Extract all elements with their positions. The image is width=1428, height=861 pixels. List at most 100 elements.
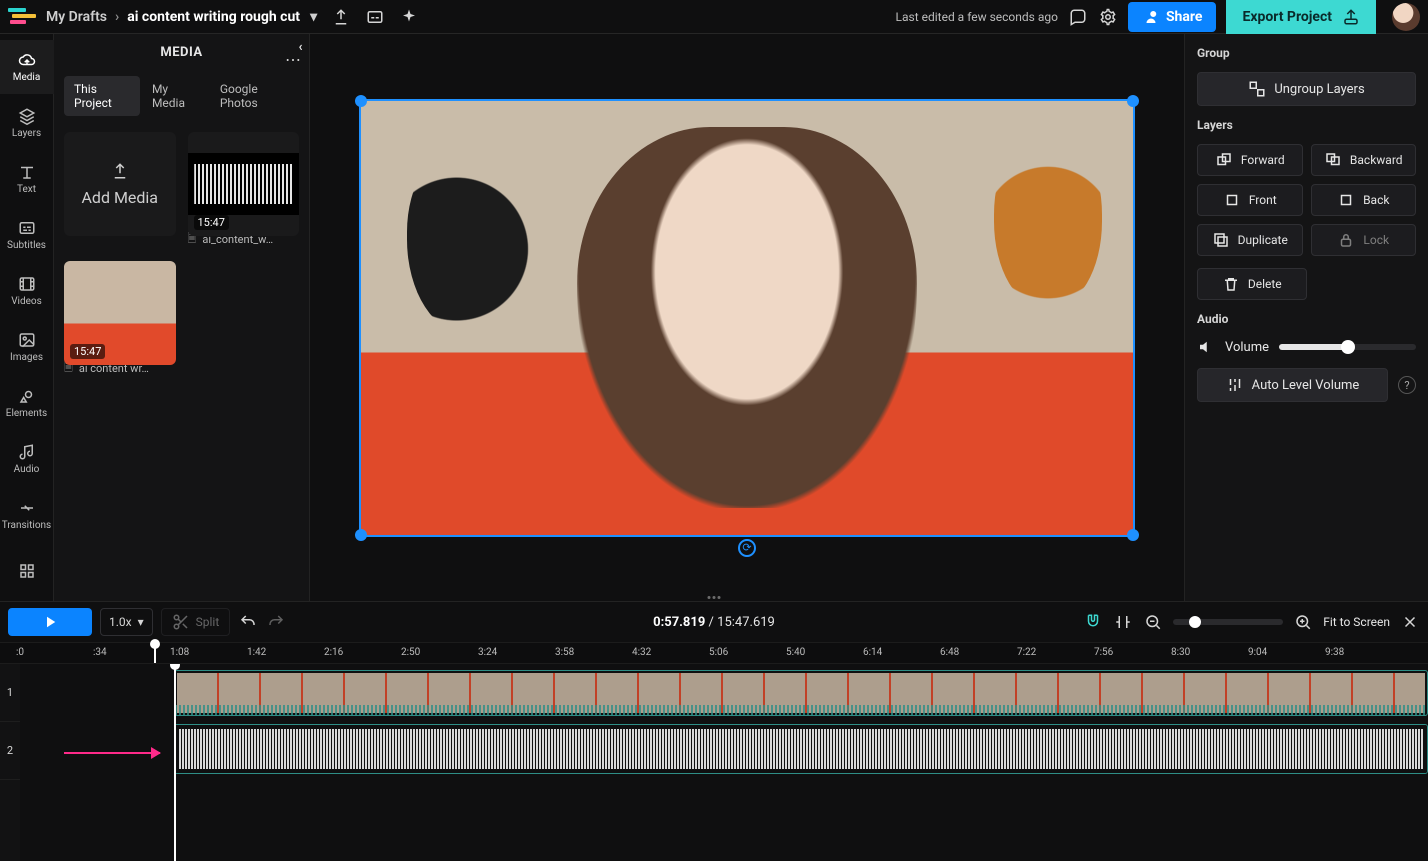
add-media-tile[interactable]: Add Media (64, 132, 176, 236)
nav-transitions-label: Transitions (2, 520, 51, 531)
backward-button[interactable]: Backward (1311, 144, 1417, 176)
ungroup-button[interactable]: Ungroup Layers (1197, 72, 1416, 106)
nav-subtitles[interactable]: Subtitles (0, 208, 54, 262)
forward-label: Forward (1241, 153, 1285, 167)
delete-button[interactable]: Delete (1197, 268, 1307, 300)
comments-icon[interactable] (1068, 7, 1088, 27)
nav-text-label: Text (17, 184, 36, 195)
upload-icon[interactable] (331, 7, 351, 27)
volume-label: Volume (1225, 340, 1269, 355)
front-button[interactable]: Front (1197, 184, 1303, 216)
upload-icon (111, 162, 129, 180)
magnet-icon[interactable] (1083, 612, 1103, 632)
nav-layers[interactable]: Layers (0, 96, 54, 150)
playhead-line[interactable] (174, 664, 176, 861)
panel-resize-handle[interactable] (708, 596, 721, 599)
avatar[interactable] (1392, 3, 1420, 31)
ruler-tick: 7:56 (1094, 647, 1113, 658)
ruler-tick: 1:08 (170, 647, 189, 658)
resize-handle-tl[interactable] (355, 95, 367, 107)
breadcrumb-root[interactable]: My Drafts (46, 9, 107, 25)
panel-title-row: MEDIA ‹ (54, 34, 309, 70)
close-timeline-icon[interactable] (1400, 612, 1420, 632)
undo-button[interactable] (238, 612, 258, 632)
ruler-tick: 6:48 (940, 647, 959, 658)
nav-images[interactable]: Images (0, 320, 54, 374)
grid-icon (18, 562, 36, 580)
caption-icon[interactable] (365, 7, 385, 27)
duplicate-icon (1212, 231, 1230, 249)
redo-button[interactable] (266, 612, 286, 632)
zoom-slider[interactable] (1173, 619, 1283, 625)
playhead[interactable] (154, 643, 156, 663)
timeline-area: 1.0x▾ Split 0:57.819 / 15:47.619 Fit to … (0, 601, 1428, 861)
volume-slider[interactable] (1279, 344, 1416, 350)
ruler-tick: :34 (93, 647, 107, 658)
canvas-area[interactable]: ⟳ (310, 34, 1184, 601)
nav-subtitles-label: Subtitles (7, 240, 46, 251)
media-video-tile[interactable]: 15:47 (64, 261, 176, 365)
nav-transitions[interactable]: Transitions (0, 488, 54, 542)
auto-level-volume-button[interactable]: Auto Level Volume (1197, 368, 1388, 402)
share-button[interactable]: Share (1128, 2, 1217, 32)
lock-button[interactable]: Lock (1311, 224, 1417, 256)
nav-media[interactable]: Media (0, 40, 54, 94)
sliders-icon (1226, 376, 1244, 394)
transitions-icon (18, 499, 36, 517)
audio-track-clip[interactable] (174, 724, 1428, 774)
nav-elements[interactable]: Elements (0, 376, 54, 430)
resize-handle-br[interactable] (1127, 529, 1139, 541)
split-button[interactable]: Split (161, 608, 231, 636)
timeline-ruler[interactable]: :0:341:081:422:162:503:243:584:325:065:4… (0, 642, 1428, 664)
nav-videos[interactable]: Videos (0, 264, 54, 318)
user-plus-icon (1142, 8, 1160, 26)
forward-button[interactable]: Forward (1197, 144, 1303, 176)
backward-icon (1324, 151, 1342, 169)
tab-my-media[interactable]: My Media (142, 76, 208, 116)
fit-to-screen-button[interactable]: Fit to Screen (1323, 615, 1390, 629)
image-icon (18, 331, 36, 349)
video-track-clip[interactable] (174, 670, 1428, 716)
track-label-2: 2 (0, 722, 20, 780)
nav-audio[interactable]: Audio (0, 432, 54, 486)
nav-more[interactable] (0, 544, 54, 598)
ruler-tick: 8:30 (1171, 647, 1190, 658)
resize-handle-bl[interactable] (355, 529, 367, 541)
zoom-out-icon[interactable] (1143, 612, 1163, 632)
play-button[interactable] (8, 608, 92, 636)
stage[interactable]: ⟳ (361, 101, 1133, 535)
nav-text[interactable]: Text (0, 152, 54, 206)
more-icon[interactable]: ⋯ (285, 50, 301, 69)
help-icon[interactable]: ? (1398, 376, 1416, 394)
sparkle-icon[interactable] (399, 7, 419, 27)
gear-icon[interactable] (1098, 7, 1118, 27)
tab-this-project[interactable]: This Project (64, 76, 140, 116)
share-label: Share (1166, 9, 1203, 25)
ruler-tick: 9:38 (1325, 647, 1344, 658)
ruler-tick: 2:16 (324, 647, 343, 658)
rotate-handle[interactable]: ⟳ (738, 539, 756, 557)
playback-speed[interactable]: 1.0x▾ (100, 608, 153, 636)
app-logo (8, 8, 36, 26)
duplicate-button[interactable]: Duplicate (1197, 224, 1303, 256)
track-label-1: 1 (0, 664, 20, 722)
duplicate-label: Duplicate (1238, 233, 1288, 247)
ruler-tick: 5:40 (786, 647, 805, 658)
split-label: Split (196, 615, 220, 629)
chevron-down-icon[interactable]: ▾ (310, 9, 317, 25)
last-edited-label: Last edited a few seconds ago (896, 10, 1058, 24)
export-button[interactable]: Export Project (1226, 0, 1376, 34)
back-button[interactable]: Back (1311, 184, 1417, 216)
track-area[interactable] (20, 664, 1428, 861)
timeline-tracks: 1 2 (0, 664, 1428, 861)
tab-google-photos[interactable]: Google Photos (210, 76, 299, 116)
trim-icon[interactable] (1113, 612, 1133, 632)
media-audio-tile[interactable]: 15:47 (188, 132, 300, 236)
play-icon (41, 613, 59, 631)
zoom-in-icon[interactable] (1293, 612, 1313, 632)
nav-videos-label: Videos (11, 296, 42, 307)
auto-level-label: Auto Level Volume (1252, 378, 1360, 393)
breadcrumb[interactable]: My Drafts › ai content writing rough cut… (46, 9, 317, 25)
resize-handle-tr[interactable] (1127, 95, 1139, 107)
project-name[interactable]: ai content writing rough cut (127, 9, 300, 25)
